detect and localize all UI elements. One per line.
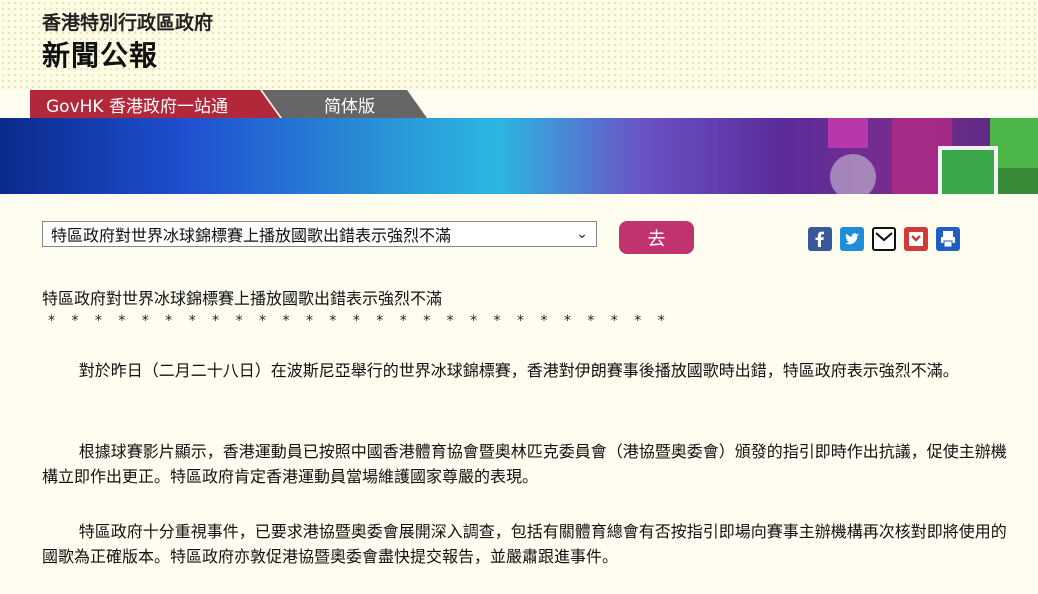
org-name: 香港特別行政區政府 <box>42 12 214 34</box>
decorative-banner <box>0 118 1038 194</box>
article-paragraph: 對於昨日（二月二十八日）在波斯尼亞舉行的世界冰球錦標賽，香港對伊朗賽事後播放國歌… <box>78 361 959 380</box>
article-paragraph: 特區政府十分重視事件，已要求港協暨奧委會展開深入調查，包括有關體育總會有否按指引… <box>42 522 1007 566</box>
site-header: 香港特別行政區政府 新聞公報 <box>0 0 1038 90</box>
govhk-tab[interactable]: GovHK 香港政府一站通 <box>30 90 280 118</box>
topic-select[interactable]: 特區政府對世界冰球錦標賽上播放國歌出錯表示強烈不滿 ⌄ <box>42 221 597 247</box>
go-button[interactable]: 去 <box>619 221 694 254</box>
nav-tabs: GovHK 香港政府一站通 简体版 <box>0 90 1038 118</box>
simplified-chinese-tab[interactable]: 简体版 <box>262 90 427 118</box>
topic-select-value: 特區政府對世界冰球錦標賽上播放國歌出錯表示強烈不滿 <box>51 226 452 245</box>
bookmark-icon[interactable] <box>904 227 928 251</box>
title-separator: * * * * * * * * * * * * * * * * * * * * … <box>48 313 671 329</box>
facebook-icon[interactable] <box>808 227 832 251</box>
twitter-icon[interactable] <box>840 227 864 251</box>
banner-shape <box>830 154 876 194</box>
chevron-down-icon: ⌄ <box>576 226 588 242</box>
banner-shape <box>938 146 998 194</box>
print-icon[interactable] <box>936 227 960 251</box>
email-icon[interactable] <box>872 227 896 251</box>
site-brand: 新聞公報 <box>42 39 159 72</box>
banner-shape <box>828 118 868 148</box>
article-title: 特區政府對世界冰球錦標賽上播放國歌出錯表示強烈不滿 <box>42 289 443 308</box>
article-paragraph: 根據球賽影片顯示，香港運動員已按照中國香港體育協會暨奧林匹克委員會（港協暨奧委會… <box>42 442 1007 486</box>
